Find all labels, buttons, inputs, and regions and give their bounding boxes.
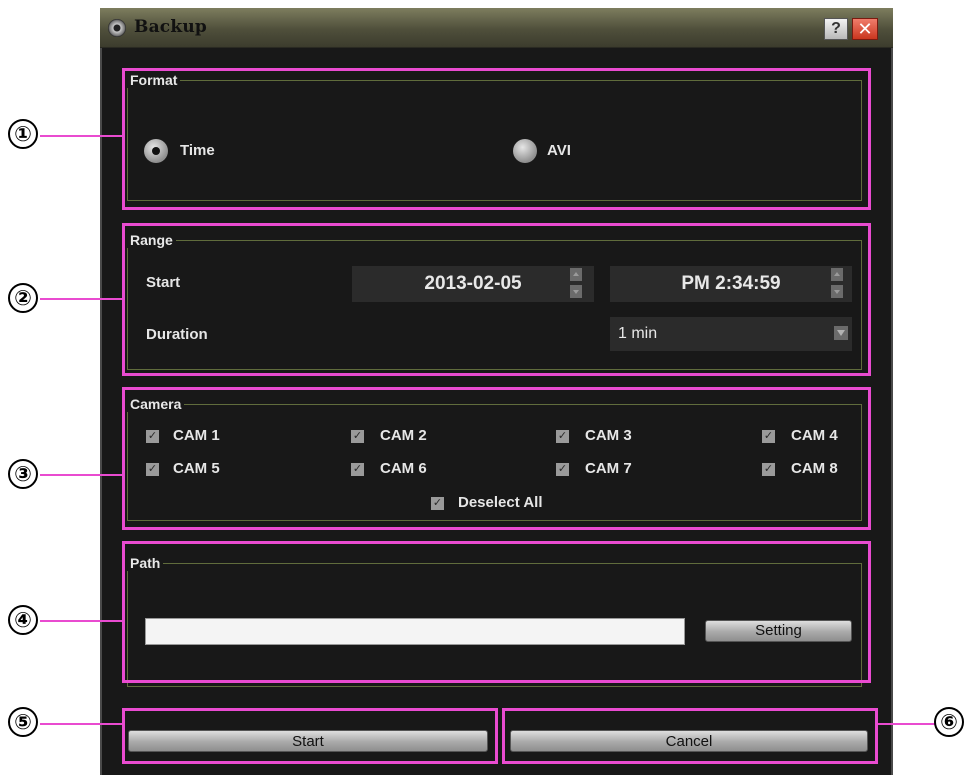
callout-number-5: ⑤ [8,707,38,737]
close-button[interactable]: ✕ [852,18,878,40]
callout-line-1 [40,135,124,137]
callout-number-3: ③ [8,459,38,489]
callout-frame-2 [122,223,871,376]
callout-frame-1 [122,68,871,210]
title-bar[interactable] [100,8,893,48]
callout-frame-6 [502,708,878,764]
help-button[interactable]: ? [824,18,848,40]
callout-line-3 [40,474,124,476]
callout-line-5 [40,723,124,725]
callout-number-4: ④ [8,605,38,635]
callout-frame-4 [122,541,871,683]
callout-frame-3 [122,387,871,530]
callout-line-6 [876,723,936,725]
callout-number-1: ① [8,119,38,149]
callout-number-2: ② [8,283,38,313]
callout-number-6: ⑥ [934,707,964,737]
callout-frame-5 [122,708,498,764]
callout-line-2 [40,298,124,300]
callout-line-4 [40,620,124,622]
app-icon [108,19,126,37]
window-title: Backup [134,17,207,37]
